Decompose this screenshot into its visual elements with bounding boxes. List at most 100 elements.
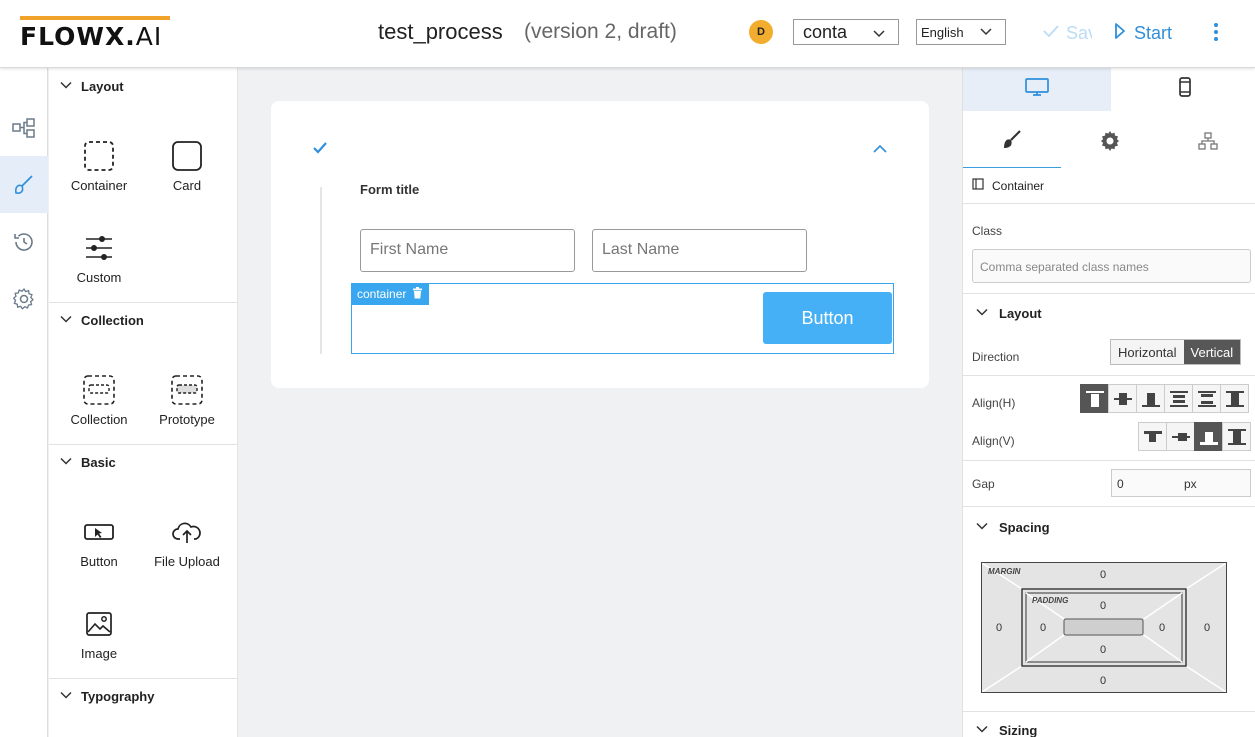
style-tab[interactable] xyxy=(963,118,1061,168)
section-typography-header[interactable]: Typography xyxy=(49,678,237,714)
margin-left-value[interactable]: 0 xyxy=(996,622,1002,634)
section-layout-header[interactable]: Layout xyxy=(49,68,237,104)
trash-icon[interactable] xyxy=(412,286,423,302)
user-avatar[interactable]: D xyxy=(749,20,773,44)
layout-section-header[interactable]: Layout xyxy=(963,299,1255,327)
start-label: Start xyxy=(1134,22,1173,43)
divider xyxy=(963,506,1255,507)
components-panel: Layout Container Card Custom Collection … xyxy=(49,68,238,737)
form-indent-line xyxy=(320,187,322,354)
mobile-view-tab[interactable] xyxy=(1111,68,1255,111)
divider xyxy=(963,293,1255,294)
component-prototype[interactable]: Prototype xyxy=(143,372,231,427)
component-label: Button xyxy=(80,554,118,569)
component-file-upload[interactable]: File Upload xyxy=(143,514,231,569)
align-v-start-button[interactable] xyxy=(1138,422,1167,451)
chevron-down-icon xyxy=(979,24,993,41)
align-h-end-button[interactable] xyxy=(1136,384,1165,413)
language-select[interactable]: English xyxy=(916,19,1006,45)
image-icon xyxy=(55,606,143,642)
gear-icon xyxy=(1099,130,1121,157)
align-v-stretch-button[interactable] xyxy=(1222,422,1251,451)
process-title: test_process xyxy=(378,19,503,44)
align-v-group xyxy=(1138,422,1251,451)
app-header: FLOWX.AI test_process (version 2, draft)… xyxy=(0,0,1255,68)
form-button[interactable]: Button xyxy=(763,292,892,344)
align-h-space-around-button[interactable] xyxy=(1192,384,1221,413)
padding-left-value[interactable]: 0 xyxy=(1040,622,1046,634)
align-h-center-button[interactable] xyxy=(1108,384,1137,413)
container-icon xyxy=(55,138,143,174)
chevron-down-icon xyxy=(975,305,989,322)
component-container[interactable]: Container xyxy=(55,138,143,193)
settings-icon[interactable] xyxy=(0,270,48,327)
settings-tab[interactable] xyxy=(1061,118,1159,168)
class-input[interactable]: Comma separated class names xyxy=(972,249,1251,283)
margin-label: MARGIN xyxy=(988,567,1021,576)
component-button[interactable]: Button xyxy=(55,514,143,569)
container-icon xyxy=(972,178,984,193)
spacing-box-model: MARGIN 0 0 0 0 PADDING 0 0 0 0 xyxy=(981,562,1227,693)
align-v-label: Align(V) xyxy=(972,434,1015,448)
gap-value: 0 xyxy=(1117,477,1124,491)
check-icon[interactable] xyxy=(312,141,328,160)
align-h-stretch-button[interactable] xyxy=(1220,384,1249,413)
component-label: Collection xyxy=(70,412,128,427)
align-v-end-button[interactable] xyxy=(1194,422,1223,451)
padding-top-value[interactable]: 0 xyxy=(1100,600,1106,612)
last-name-placeholder: Last Name xyxy=(602,241,680,258)
process-graph-icon[interactable] xyxy=(0,99,48,156)
spacing-section-header[interactable]: Spacing xyxy=(963,513,1255,541)
environment-value: conta xyxy=(803,22,848,42)
collection-icon xyxy=(55,372,143,408)
form-title[interactable]: Form title xyxy=(360,182,419,197)
section-basic-title: Basic xyxy=(81,454,116,470)
align-h-space-between-button[interactable] xyxy=(1164,384,1193,413)
breadcrumb-label: Container xyxy=(992,178,1045,193)
align-h-label: Align(H) xyxy=(972,396,1016,410)
chevron-down-icon xyxy=(59,688,73,705)
layout-section-title: Layout xyxy=(999,305,1042,321)
direction-vertical-option[interactable]: Vertical xyxy=(1183,340,1241,364)
form-card[interactable]: Form title First Name Last Name containe… xyxy=(271,101,929,388)
start-button[interactable]: Start xyxy=(1114,22,1172,44)
chevron-down-icon xyxy=(872,24,886,45)
last-name-input[interactable]: Last Name xyxy=(592,229,807,272)
left-rail xyxy=(0,68,48,737)
history-icon[interactable] xyxy=(0,213,48,270)
structure-tab[interactable] xyxy=(1159,118,1255,168)
more-options-icon[interactable] xyxy=(1206,20,1226,44)
align-h-start-button[interactable] xyxy=(1080,384,1109,413)
desktop-view-tab[interactable] xyxy=(963,68,1111,111)
margin-bottom-value[interactable]: 0 xyxy=(1100,675,1106,687)
padding-right-value[interactable]: 0 xyxy=(1159,622,1165,634)
chevron-up-icon[interactable] xyxy=(872,142,888,160)
divider xyxy=(963,375,1255,376)
logo-bar xyxy=(20,16,170,20)
margin-top-value[interactable]: 0 xyxy=(1100,569,1106,581)
component-image[interactable]: Image xyxy=(55,606,143,661)
process-version: (version 2, draft) xyxy=(524,20,677,43)
chevron-down-icon xyxy=(59,312,73,329)
margin-right-value[interactable]: 0 xyxy=(1204,622,1210,634)
brush-icon[interactable] xyxy=(0,156,48,213)
component-custom[interactable]: Custom xyxy=(55,230,143,285)
environment-select[interactable]: conta xyxy=(793,19,899,45)
prototype-icon xyxy=(143,372,231,408)
logo-ai-text: AI xyxy=(135,22,163,51)
component-card[interactable]: Card xyxy=(143,138,231,193)
section-basic-header[interactable]: Basic xyxy=(49,444,237,480)
save-button[interactable]: Save xyxy=(1042,22,1092,44)
flowx-logo[interactable]: FLOWX.AI xyxy=(20,16,172,51)
direction-horizontal-option[interactable]: Horizontal xyxy=(1111,340,1184,364)
button-cursor-icon xyxy=(55,514,143,550)
sizing-section-header[interactable]: Sizing xyxy=(963,716,1255,737)
gap-input[interactable]: 0 px xyxy=(1111,469,1251,497)
cloud-upload-icon xyxy=(143,514,231,550)
section-collection-header[interactable]: Collection xyxy=(49,302,237,338)
padding-bottom-value[interactable]: 0 xyxy=(1100,644,1106,656)
first-name-input[interactable]: First Name xyxy=(360,229,575,272)
component-collection[interactable]: Collection xyxy=(55,372,143,427)
selected-container[interactable]: container Button xyxy=(351,283,894,354)
align-v-center-button[interactable] xyxy=(1166,422,1195,451)
